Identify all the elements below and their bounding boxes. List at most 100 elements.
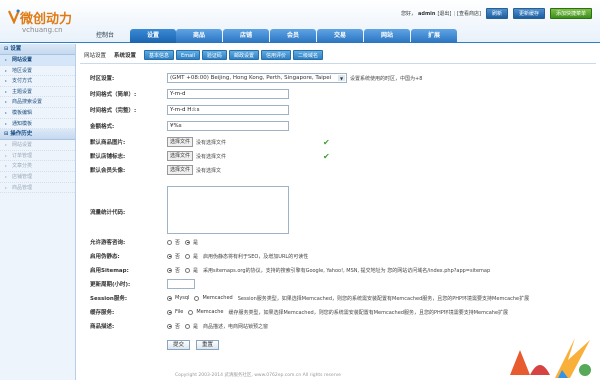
tab-basic-info[interactable]: 基本信息	[144, 49, 175, 60]
nav-goods[interactable]: 商品	[176, 29, 222, 43]
refresh-button[interactable]: 刷新	[485, 8, 508, 19]
session-radio-mysql[interactable]	[167, 295, 172, 301]
tab-email[interactable]: Email	[176, 49, 200, 60]
view-store-link[interactable]: [查看商店]	[457, 10, 481, 17]
tab-subdomain[interactable]: 二级域名	[292, 49, 323, 60]
sidebar-section-settings[interactable]: ⊟ 设置	[0, 44, 75, 55]
avatar-label: 默认会员头像:	[90, 168, 126, 174]
radio-label: Memcached	[202, 295, 233, 301]
goods-image-label: 默认商品图片:	[90, 140, 126, 146]
currency-format-input[interactable]: ¥%s	[167, 121, 289, 131]
sidebar-item-region[interactable]: 地区设置	[0, 66, 75, 77]
copyright-footer: Copyright 2003-2014 武清服务社区, www.0762ep.c…	[175, 373, 341, 378]
radio-label: File	[175, 309, 184, 315]
rewrite-radio-no[interactable]	[167, 253, 172, 259]
currency-format-label: 金额格式:	[90, 124, 115, 130]
timezone-select[interactable]: (GMT +08:00) Beijing, Hong Kong, Perth, …	[167, 73, 347, 83]
stats-code-label: 流量统计代码:	[90, 210, 126, 216]
goods-qa-radio-yes[interactable]	[185, 323, 191, 329]
sidebar-item-notify-template[interactable]: 通知模板	[0, 119, 75, 130]
greeting-text: 您好，	[401, 11, 417, 17]
session-label: Session服务:	[90, 296, 128, 302]
store-logo-label: 默认店铺标志:	[90, 154, 126, 160]
radio-label: 否	[175, 267, 181, 274]
goods-qa-label: 商品描述:	[90, 324, 115, 330]
cache-radio-file[interactable]	[167, 309, 172, 315]
sidebar: ⊟ 设置 网站设置 地区设置 支付方式 主题设置 商品搜索设置 模板编辑 通知模…	[0, 44, 76, 380]
stats-code-textarea[interactable]	[167, 186, 289, 234]
avatar-choose-button[interactable]: 选择文件	[167, 165, 194, 175]
logo-domain: vchuang.cn	[22, 26, 63, 34]
datetime-format-input[interactable]: Y-m-d H:i:s	[167, 105, 289, 115]
cache-label: 缓存服务:	[90, 310, 115, 316]
sidebar-section-history[interactable]: ⊟ 操作历史	[0, 129, 75, 141]
collapse-icon: ⊟	[4, 45, 9, 52]
sidebar-history-item[interactable]: 店铺管理	[0, 172, 75, 183]
radio-label: Memcache	[196, 309, 224, 315]
date-format-input[interactable]: Y-m-d	[167, 89, 289, 99]
sitemap-label: 启用Sitemap:	[90, 268, 129, 274]
nav-website[interactable]: 网站	[364, 29, 410, 43]
goods-qa-hint: 商品描述，电商网站锁预之窗	[203, 323, 269, 330]
goods-qa-radio-no[interactable]	[167, 323, 172, 329]
sidebar-item-site-settings[interactable]: 网站设置	[0, 55, 75, 66]
nav-stores[interactable]: 店铺	[223, 29, 269, 43]
breadcrumb-system-settings: 系统设置	[114, 52, 137, 59]
store-logo-choose-button[interactable]: 选择文件	[167, 151, 194, 161]
sidebar-item-theme[interactable]: 主题设置	[0, 87, 75, 98]
guest-inquiry-radio-no[interactable]	[167, 239, 172, 245]
guest-inquiry-radio-yes[interactable]	[185, 239, 191, 245]
nav-trade[interactable]: 交易	[317, 29, 363, 43]
nav-settings[interactable]: 设置	[130, 29, 176, 43]
session-radio-memcached[interactable]	[194, 295, 200, 301]
sitemap-hint: 采用sitemaps.org的协议，支持的搜索引擎有Google, Yahoo!…	[203, 267, 491, 274]
settings-tabs: 网站设置 系统设置 基本信息 Email 验证码 邮政设置 信用评价 二级域名	[80, 46, 596, 64]
sidebar-item-payment[interactable]: 支付方式	[0, 76, 75, 87]
avatar-status: 没有选择文	[196, 167, 222, 174]
chevron-down-icon: ▼	[338, 75, 345, 81]
tab-credit[interactable]: 信用评价	[260, 49, 291, 60]
nav-console[interactable]: 控制台	[80, 29, 130, 43]
sidebar-history-item[interactable]: 网站设置	[0, 140, 75, 151]
timezone-hint: 设置系统使用的时区，中国为+8	[350, 75, 423, 82]
watermark-logo-icon	[510, 338, 591, 378]
sitemap-radio-no[interactable]	[167, 267, 172, 273]
reset-button[interactable]: 重置	[196, 340, 220, 350]
sidebar-history-item[interactable]: 订单管理	[0, 151, 75, 162]
rewrite-hint: 启用伪静态将有利于SEO，及增加URL的可读性	[203, 253, 309, 260]
sidebar-history-item[interactable]: 文章分类	[0, 161, 75, 172]
timezone-value: (GMT +08:00) Beijing, Hong Kong, Perth, …	[170, 75, 332, 81]
goods-image-choose-button[interactable]: 选择文件	[167, 137, 194, 147]
user-bar: 您好， admin [退出] | [查看商店] 刷新 更新缓存 添加快捷菜单	[401, 8, 592, 19]
timezone-label: 时区设置:	[90, 76, 115, 82]
nav-members[interactable]: 会员	[270, 29, 316, 43]
radio-label: 是	[193, 239, 199, 246]
submit-button[interactable]: 提交	[167, 340, 191, 350]
radio-label: Mysql	[175, 295, 190, 301]
tab-captcha[interactable]: 验证码	[201, 49, 227, 60]
update-cycle-input[interactable]	[167, 279, 195, 289]
radio-label: 否	[175, 253, 181, 260]
radio-label: 否	[175, 323, 181, 330]
sidebar-section-label: 操作历史	[10, 130, 33, 137]
goods-image-status: 没有选择文件	[196, 139, 227, 146]
update-cache-button[interactable]: 更新缓存	[512, 8, 545, 19]
sitemap-radio-yes[interactable]	[185, 267, 191, 273]
store-logo-status: 没有选择文件	[196, 153, 227, 160]
form-actions: 提交 重置	[167, 340, 220, 350]
cache-radio-memcache[interactable]	[188, 309, 194, 315]
main-nav: 控制台 设置 商品 店铺 会员 交易 网站 扩展	[80, 29, 458, 43]
logout-link[interactable]: [退出]	[437, 10, 451, 17]
check-icon: ✔	[323, 137, 330, 147]
add-shortcut-button[interactable]: 添加快捷菜单	[549, 8, 592, 19]
nav-extend[interactable]: 扩展	[411, 29, 457, 43]
collapse-icon: ⊟	[4, 130, 9, 137]
sidebar-history-item[interactable]: 商品管理	[0, 183, 75, 194]
divider: |	[453, 10, 456, 17]
breadcrumb-site-settings: 网站设置	[84, 52, 107, 59]
sidebar-item-goods-search[interactable]: 商品搜索设置	[0, 97, 75, 108]
tab-postal[interactable]: 邮政设置	[228, 49, 259, 60]
sidebar-item-template-edit[interactable]: 模板编辑	[0, 108, 75, 119]
date-format-label: 时间格式（简单）:	[90, 92, 137, 98]
rewrite-radio-yes[interactable]	[185, 253, 191, 259]
